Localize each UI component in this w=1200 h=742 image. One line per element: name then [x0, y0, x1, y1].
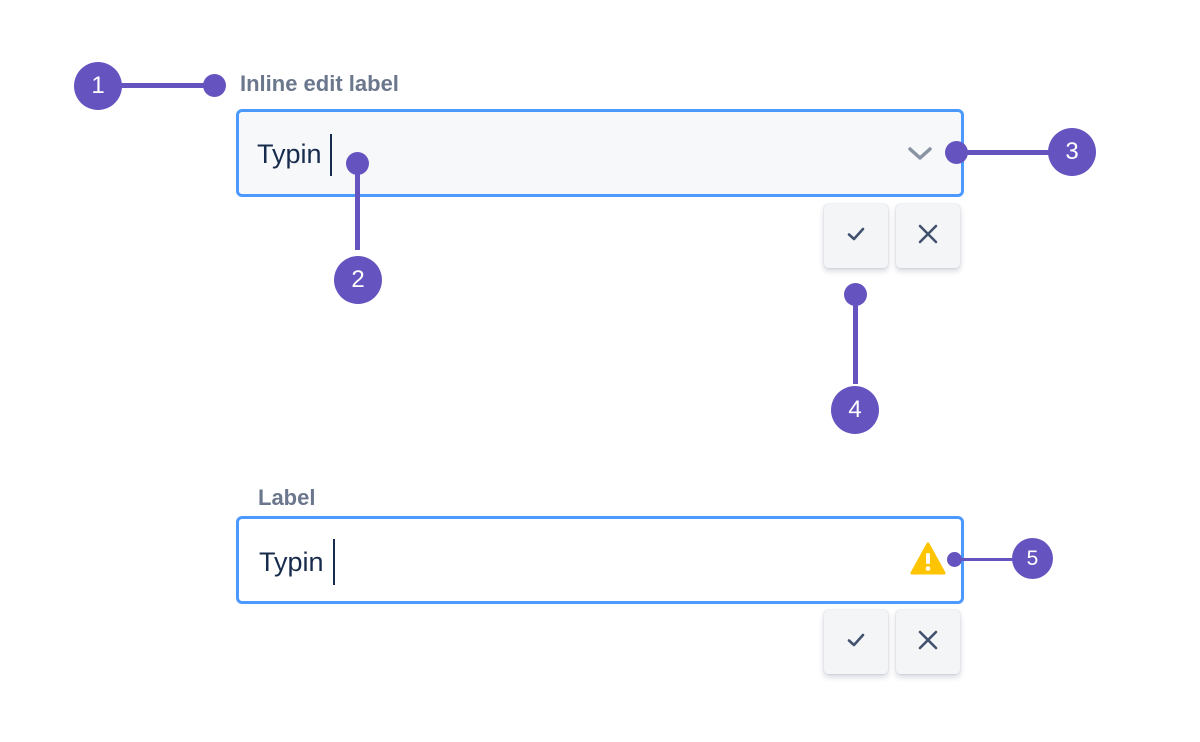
text-cursor	[330, 134, 332, 176]
close-icon	[917, 629, 939, 656]
inline-edit-field[interactable]: Typin	[236, 109, 964, 197]
callout-1-anchor	[203, 74, 226, 97]
check-icon	[845, 223, 867, 250]
cancel-button[interactable]	[896, 610, 960, 674]
cancel-button[interactable]	[896, 204, 960, 268]
callout-3-marker: 3	[1048, 128, 1096, 176]
callout-5-connector	[956, 558, 1014, 561]
warning-icon	[910, 542, 946, 576]
check-icon	[845, 629, 867, 656]
inline-edit-label: Inline edit label	[240, 71, 399, 96]
validation-edit-field[interactable]: Typin	[236, 516, 964, 604]
validation-edit-label: Label	[258, 485, 316, 510]
callout-4-marker: 4	[831, 386, 879, 434]
callout-2-connector	[355, 164, 360, 250]
chevron-down-icon[interactable]	[907, 144, 933, 164]
validation-edit-value: Typin	[259, 547, 324, 577]
callout-2-anchor	[346, 152, 369, 175]
callout-3-anchor	[945, 141, 968, 164]
confirm-button[interactable]	[824, 610, 888, 674]
callout-2-marker: 2	[334, 256, 382, 304]
callout-5-anchor	[947, 552, 962, 567]
close-icon	[917, 223, 939, 250]
callout-3-connector	[957, 150, 1052, 155]
callout-1-connector	[120, 83, 214, 88]
callout-5-marker: 5	[1012, 538, 1053, 579]
callout-4-anchor	[844, 283, 867, 306]
callout-4-connector	[853, 294, 858, 384]
text-cursor	[333, 539, 335, 585]
inline-edit-value: Typin	[257, 139, 322, 169]
callout-1-marker: 1	[74, 62, 122, 110]
confirm-button[interactable]	[824, 204, 888, 268]
